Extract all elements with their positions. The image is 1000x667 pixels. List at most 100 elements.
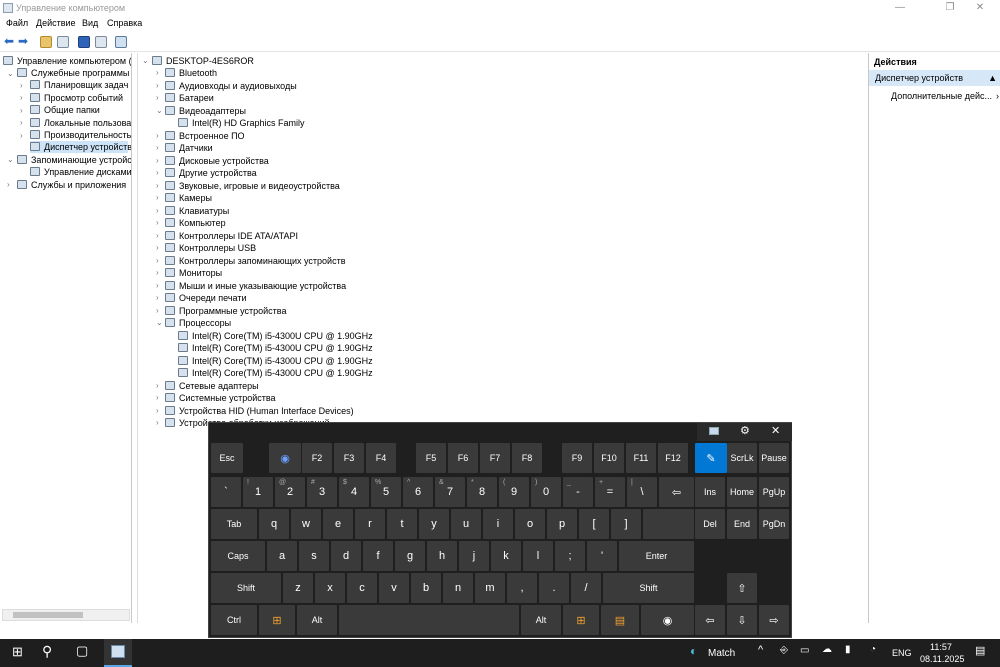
battery-icon[interactable]: ▮: [845, 644, 851, 655]
key-row1[interactable]: 6 ^: [403, 477, 433, 507]
key-letter[interactable]: x: [315, 573, 345, 603]
device-root[interactable]: DESKTOP-4ES6ROR: [152, 55, 254, 67]
key-letter[interactable]: z: [283, 573, 313, 603]
tree-item-services[interactable]: Службы и приложения: [17, 179, 126, 191]
back-arrow-icon[interactable]: ⬅: [4, 34, 16, 48]
menu-action[interactable]: Действие: [36, 18, 76, 28]
key-caps[interactable]: Caps: [211, 541, 265, 571]
device-item[interactable]: Bluetooth: [165, 67, 217, 79]
device-item[interactable]: Клавиатуры: [165, 205, 229, 217]
device-item[interactable]: Датчики: [165, 142, 213, 154]
key-fn[interactable]: ◉: [269, 443, 301, 473]
key-alt-right[interactable]: Alt: [521, 605, 561, 635]
tree-item-disk-management[interactable]: Управление дисками: [30, 166, 131, 178]
key-del[interactable]: Del: [695, 509, 725, 539]
key-letter[interactable]: h: [427, 541, 457, 571]
key-windows[interactable]: ⊞: [259, 605, 295, 635]
key-letter[interactable]: s: [299, 541, 329, 571]
chevron-right-icon[interactable]: ›: [7, 179, 10, 191]
clock-time[interactable]: 11:57: [930, 642, 952, 652]
weather-text[interactable]: Match: [708, 648, 735, 659]
key-row1[interactable]: 9(: [499, 477, 529, 507]
help-icon[interactable]: [78, 36, 90, 48]
menu-help[interactable]: Справка: [107, 18, 142, 28]
clock-date[interactable]: 08.11.2025: [920, 654, 964, 664]
chevron-right-icon[interactable]: ›: [156, 155, 159, 167]
chevron-right-icon[interactable]: ›: [156, 417, 159, 429]
key-alt-left[interactable]: Alt: [297, 605, 337, 635]
tree-root[interactable]: Управление компьютером (лс: [3, 55, 131, 67]
tree-item-users[interactable]: Локальные пользовате: [30, 117, 131, 129]
device-item[interactable]: Батареи: [165, 92, 214, 104]
key-letter[interactable]: n: [443, 573, 473, 603]
chevron-right-icon[interactable]: ›: [156, 255, 159, 267]
key-f7[interactable]: F7: [480, 443, 510, 473]
tree-item-scheduler[interactable]: Планировщик задач: [30, 79, 128, 91]
key-f5[interactable]: F5: [416, 443, 446, 473]
chevron-down-icon[interactable]: ⌄: [7, 154, 14, 166]
chevron-up-icon[interactable]: ^: [758, 644, 763, 656]
device-item[interactable]: Камеры: [165, 192, 212, 204]
task-view-icon[interactable]: ▢: [76, 643, 88, 659]
device-item[interactable]: Системные устройства: [165, 392, 276, 404]
key-letter[interactable]: p: [547, 509, 577, 539]
key-letter[interactable]: ,: [507, 573, 537, 603]
device-item[interactable]: Встроенное ПО: [165, 130, 245, 142]
key-letter[interactable]: b: [411, 573, 441, 603]
settings-gear-icon[interactable]: ⚙: [740, 424, 750, 437]
key-shift-left[interactable]: Shift: [211, 573, 281, 603]
keyboard-close-icon[interactable]: ✕: [771, 424, 780, 437]
key-f9[interactable]: F9: [562, 443, 592, 473]
key-letter[interactable]: e: [323, 509, 353, 539]
key-row1[interactable]: - _: [563, 477, 593, 507]
key-f3[interactable]: F3: [334, 443, 364, 473]
chevron-right-icon[interactable]: ›: [156, 305, 159, 317]
tree-item-performance[interactable]: Производительность: [30, 129, 131, 141]
tree-item-shared[interactable]: Общие папки: [30, 104, 100, 116]
device-item[interactable]: Мониторы: [165, 267, 222, 279]
key-ins[interactable]: Ins: [695, 477, 725, 507]
key-row1[interactable]: = +: [595, 477, 625, 507]
key-f4[interactable]: F4: [366, 443, 396, 473]
key-f6[interactable]: F6: [448, 443, 478, 473]
device-item[interactable]: Видеоадаптеры: [165, 105, 246, 117]
device-item[interactable]: Intel(R) Core(TM) i5-4300U CPU @ 1.90GHz: [178, 342, 373, 354]
key-enter[interactable]: Enter: [619, 541, 694, 571]
key-letter[interactable]: l: [523, 541, 553, 571]
key-letter[interactable]: q: [259, 509, 289, 539]
key-up[interactable]: ⇧: [727, 573, 757, 603]
device-item[interactable]: Intel(R) Core(TM) i5-4300U CPU @ 1.90GHz: [178, 330, 373, 342]
device-item[interactable]: Процессоры: [165, 317, 231, 329]
show-tree-icon[interactable]: [57, 36, 69, 48]
key-letter[interactable]: a: [267, 541, 297, 571]
minimize-button[interactable]: —: [890, 2, 910, 13]
device-item[interactable]: Контроллеры IDE ATA/ATAPI: [165, 230, 298, 242]
key-ctrl-left[interactable]: Ctrl: [211, 605, 257, 635]
key-letter[interactable]: c: [347, 573, 377, 603]
chevron-right-icon[interactable]: ›: [156, 192, 159, 204]
properties-icon[interactable]: [95, 36, 107, 48]
chevron-right-icon[interactable]: ›: [156, 230, 159, 242]
key-row1[interactable]: 4 $: [339, 477, 369, 507]
chevron-right-icon[interactable]: ›: [20, 80, 23, 92]
key-row1[interactable]: 0): [531, 477, 561, 507]
chevron-right-icon[interactable]: ›: [20, 130, 23, 142]
key-letter[interactable]: j: [459, 541, 489, 571]
key-letter[interactable]: g: [395, 541, 425, 571]
key-windows-right[interactable]: ⊞: [563, 605, 599, 635]
key-letter[interactable]: w: [291, 509, 321, 539]
chevron-right-icon[interactable]: ›: [156, 217, 159, 229]
chevron-right-icon[interactable]: ›: [156, 80, 159, 92]
chevron-right-icon[interactable]: ›: [156, 92, 159, 104]
device-item[interactable]: Устройства HID (Human Interface Devices): [165, 405, 354, 417]
key-tab[interactable]: Tab: [211, 509, 257, 539]
chevron-right-icon[interactable]: ›: [156, 205, 159, 217]
key-enter-top[interactable]: [643, 509, 694, 539]
chevron-right-icon[interactable]: ›: [156, 167, 159, 179]
chevron-down-icon[interactable]: ⌄: [156, 105, 163, 117]
scroll-thumb[interactable]: [13, 612, 83, 618]
network-icon[interactable]: ◔: [870, 644, 876, 655]
horizontal-scrollbar[interactable]: [2, 609, 130, 621]
key-home[interactable]: Home: [727, 477, 757, 507]
forward-arrow-icon[interactable]: ➡: [18, 34, 30, 48]
